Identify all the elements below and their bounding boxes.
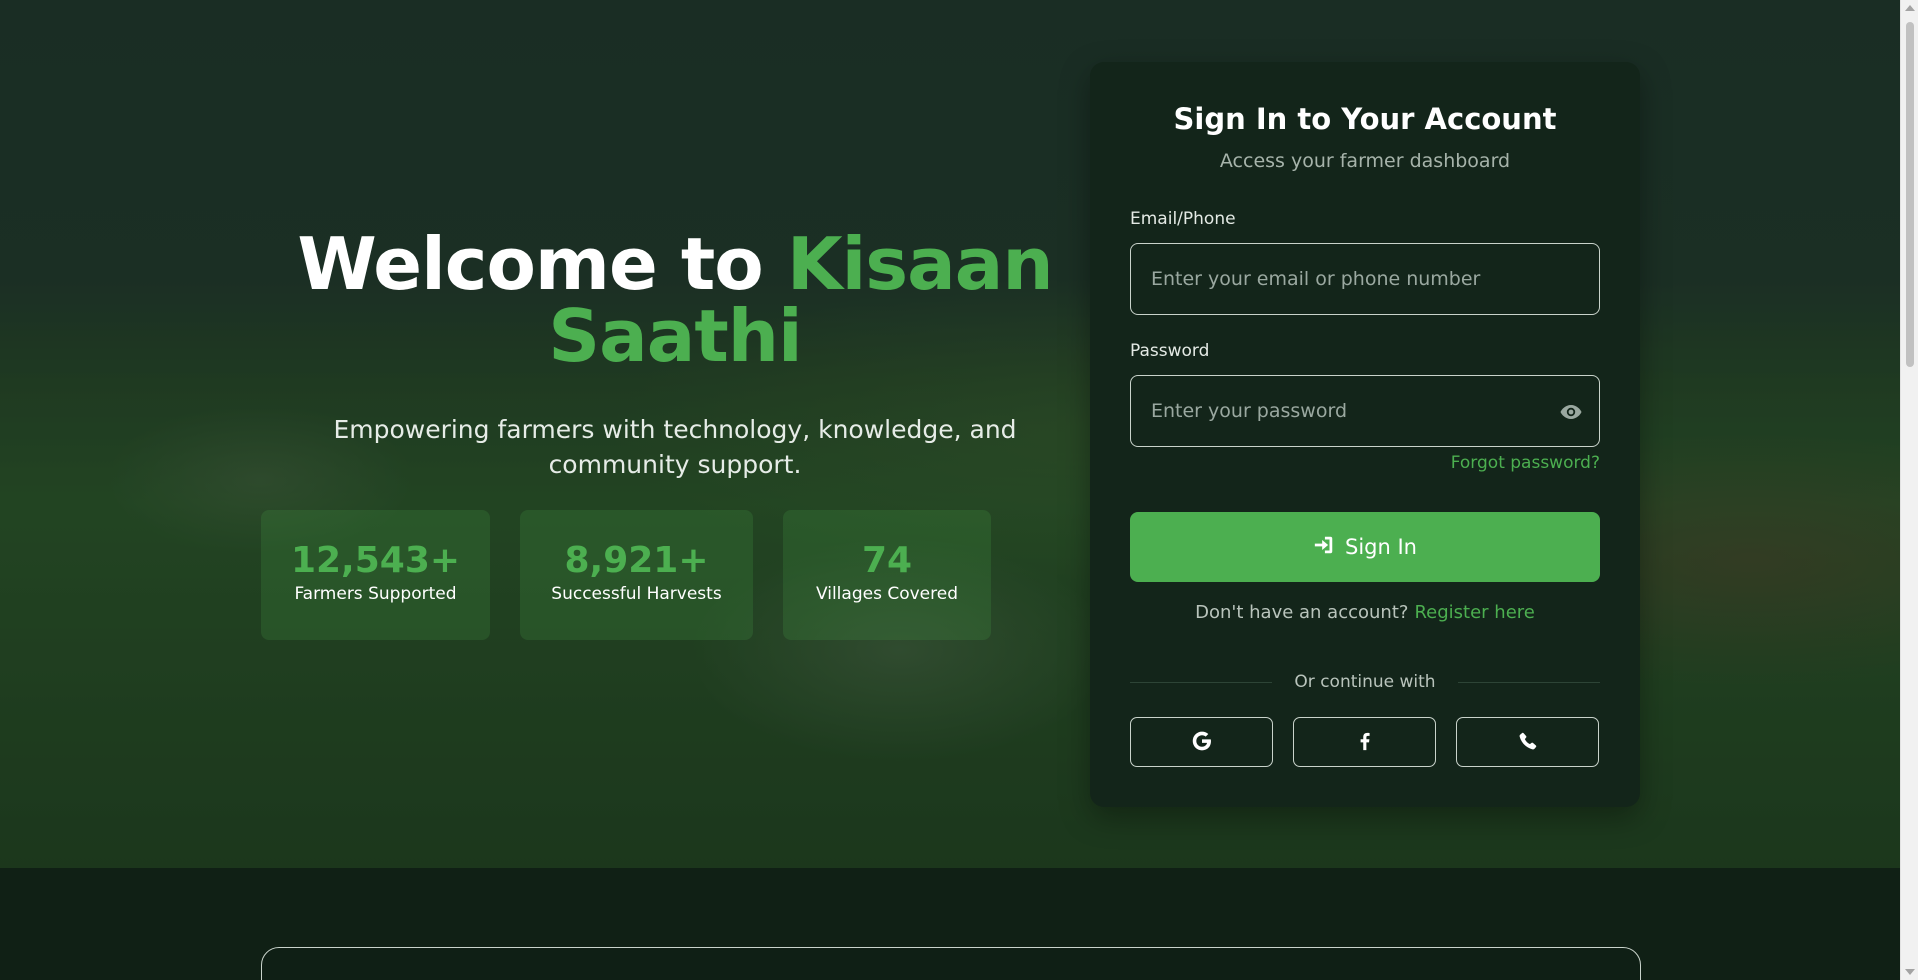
signin-title: Sign In to Your Account: [1173, 102, 1557, 136]
hero-title: Welcome to Kisaan Saathi: [261, 228, 1089, 372]
signin-subtitle: Access your farmer dashboard: [1219, 150, 1511, 172]
scroll-down-arrow-icon[interactable]: [1905, 969, 1915, 975]
hero-content: Welcome to Kisaan Saathi Empowering farm…: [261, 228, 1089, 482]
sign-in-icon: [1313, 534, 1335, 561]
stat-label: Villages Covered: [815, 584, 958, 604]
phone-icon: [1518, 731, 1538, 754]
password-field[interactable]: [1151, 400, 1579, 422]
signin-card: Sign In to Your Account Access your farm…: [1090, 62, 1640, 807]
stat-value: 12,543+: [290, 540, 461, 581]
divider-line: [1130, 681, 1273, 683]
password-field-wrapper: [1130, 375, 1600, 447]
signin-button[interactable]: Sign In: [1130, 512, 1600, 582]
email-field[interactable]: [1151, 268, 1579, 290]
divider-text: Or continue with: [1294, 672, 1436, 692]
register-link[interactable]: Register here: [1414, 602, 1534, 623]
facebook-signin-button[interactable]: [1293, 717, 1436, 767]
google-icon: [1191, 730, 1213, 755]
social-divider: Or continue with: [1130, 671, 1601, 693]
password-label: Password: [1130, 341, 1210, 361]
hero-subtitle: Empowering farmers with technology, know…: [333, 415, 1017, 479]
stat-farmers: 12,543+ Farmers Supported: [261, 510, 490, 640]
stat-villages: 74 Villages Covered: [783, 510, 991, 640]
email-label: Email/Phone: [1130, 209, 1236, 229]
email-field-wrapper: [1130, 243, 1600, 315]
register-prompt: Don't have an account? Register here: [1090, 602, 1640, 623]
scroll-up-arrow-icon[interactable]: [1905, 5, 1915, 11]
lower-content-card: [261, 947, 1641, 980]
facebook-icon: [1354, 730, 1376, 755]
divider-line: [1457, 681, 1601, 683]
stats-row: 12,543+ Farmers Supported 8,921+ Success…: [261, 510, 991, 640]
google-signin-button[interactable]: [1130, 717, 1273, 767]
scroll-thumb[interactable]: [1906, 22, 1914, 367]
stat-label: Successful Harvests: [551, 584, 722, 604]
forgot-password-link[interactable]: Forgot password?: [1451, 453, 1600, 473]
stat-value: 74: [861, 540, 913, 581]
phone-signin-button[interactable]: [1456, 717, 1599, 767]
no-account-text: Don't have an account?: [1195, 602, 1409, 623]
eye-icon[interactable]: [1559, 400, 1583, 424]
signin-button-label: Sign In: [1345, 535, 1417, 559]
page-scrollbar[interactable]: [1900, 0, 1918, 980]
stat-harvests: 8,921+ Successful Harvests: [520, 510, 753, 640]
stat-label: Farmers Supported: [294, 584, 457, 604]
stat-value: 8,921+: [564, 540, 709, 581]
